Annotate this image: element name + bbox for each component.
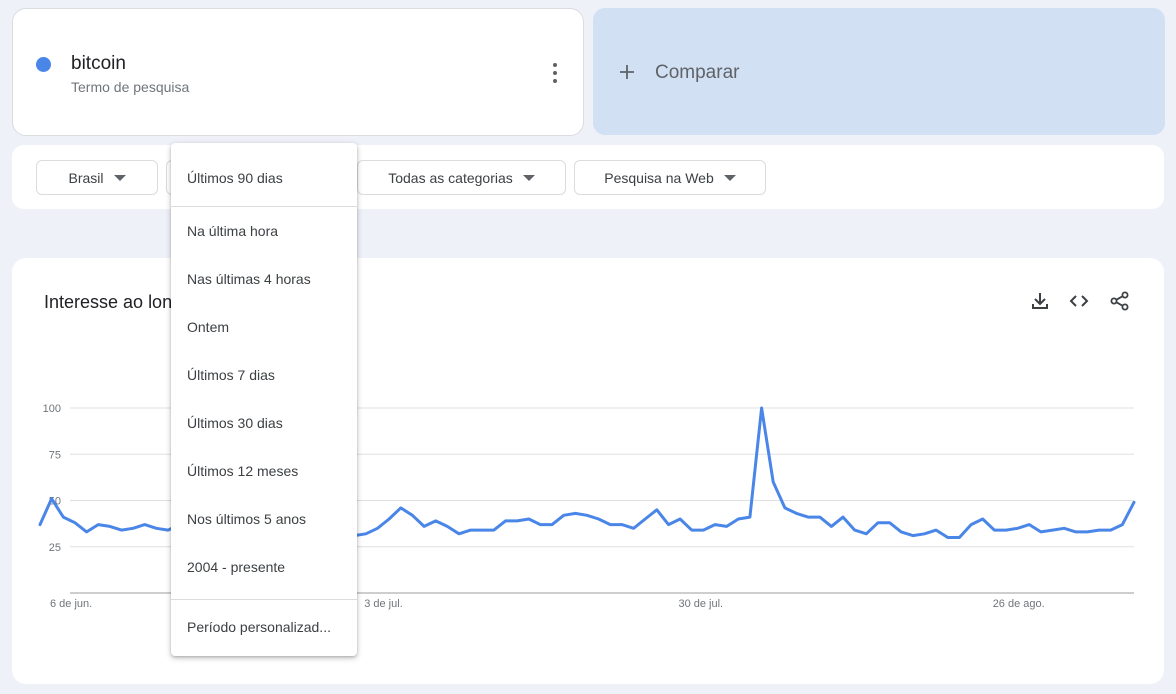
time-option[interactable]: Nos últimos 5 anos (171, 499, 357, 539)
y-tick-label: 25 (49, 542, 61, 554)
caret-down-icon (113, 174, 126, 181)
x-tick-label: 6 de jun. (50, 598, 92, 610)
y-tick-label: 75 (49, 449, 61, 461)
search-type-dropdown[interactable]: Pesquisa na Web (574, 160, 766, 195)
y-tick-label: 100 (43, 403, 61, 415)
term-color-dot (36, 57, 51, 72)
time-option[interactable]: 2004 - presente (171, 547, 357, 587)
compare-label: Comparar (655, 62, 740, 83)
search-type-label: Pesquisa na Web (604, 169, 714, 186)
time-option[interactable]: Nas últimas 4 horas (171, 259, 357, 299)
region-label: Brasil (68, 169, 104, 186)
category-dropdown[interactable]: Todas as categorias (357, 160, 566, 195)
time-option[interactable]: Na última hora (171, 211, 357, 251)
plus-icon (619, 64, 635, 80)
term-name[interactable]: bitcoin (71, 53, 126, 75)
x-tick-label: 30 de jul. (678, 598, 723, 610)
time-option[interactable]: Últimos 7 dias (171, 355, 357, 395)
menu-divider (171, 206, 357, 207)
x-tick-label: 26 de ago. (993, 598, 1045, 610)
time-option-selected[interactable]: Últimos 90 dias (171, 158, 357, 198)
caret-down-icon (723, 174, 736, 181)
time-option[interactable]: Últimos 30 dias (171, 403, 357, 443)
compare-button[interactable]: Comparar (593, 8, 1165, 135)
time-option[interactable]: Ontem (171, 307, 357, 347)
caret-down-icon (522, 174, 535, 181)
x-tick-label: 3 de jul. (364, 598, 403, 610)
time-option[interactable]: Últimos 12 meses (171, 451, 357, 491)
region-dropdown[interactable]: Brasil (36, 160, 158, 195)
menu-divider (171, 599, 357, 600)
category-label: Todas as categorias (388, 169, 513, 186)
more-vert-icon[interactable] (545, 59, 565, 87)
trends-page: bitcoin Termo de pesquisa Comparar Brasi… (0, 0, 1176, 694)
term-type-label: Termo de pesquisa (71, 79, 190, 95)
time-range-menu: Últimos 90 dias Período personalizad... … (171, 143, 357, 656)
time-option-custom[interactable]: Período personalizad... (171, 607, 357, 647)
search-term-card[interactable]: bitcoin Termo de pesquisa (12, 8, 584, 136)
